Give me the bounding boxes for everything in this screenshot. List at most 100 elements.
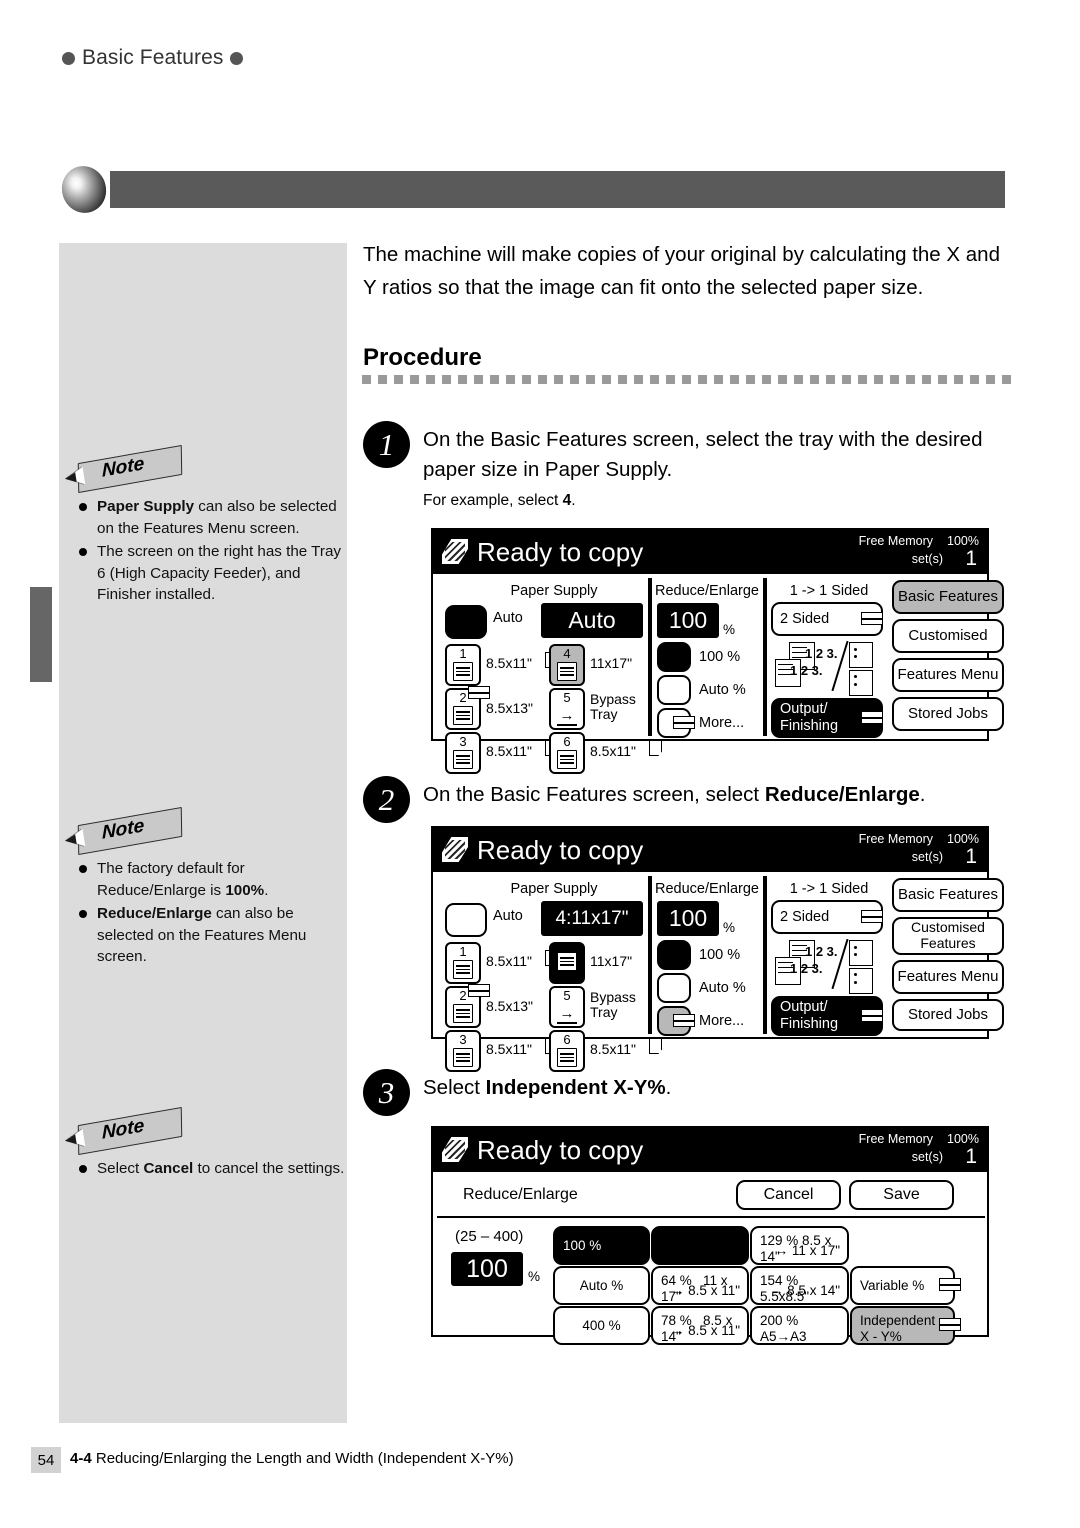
tray-glyph-icon xyxy=(453,960,473,979)
screen1-tray-6[interactable]: 6 xyxy=(549,732,585,774)
screen1-tray-5[interactable]: 5 xyxy=(549,688,585,730)
screen1-tab-basic-features[interactable]: Basic Features xyxy=(892,580,1004,614)
dialog-divider xyxy=(437,1216,985,1218)
screen2-ratio-100-button[interactable] xyxy=(657,940,691,970)
screen2-tab-customised-features[interactable]: Customised Features xyxy=(892,917,1004,955)
tray-number: 5 xyxy=(563,690,571,705)
document-icon xyxy=(442,539,468,564)
screen1-ratio-value: 100 xyxy=(657,603,719,638)
screen3-ratio-100[interactable]: 100 % xyxy=(553,1226,650,1265)
stack-number-bottom: 1 2 3. xyxy=(790,961,823,976)
divider-dot xyxy=(682,375,691,384)
step-2-bold: Reduce/Enlarge xyxy=(764,783,920,806)
note-item-bold: Cancel xyxy=(143,1160,194,1177)
screen2-free-memory-value: 100% xyxy=(947,832,979,846)
screen3-ratio-64[interactable]: 64 % 11 x 17" → 8.5 x 11" xyxy=(651,1266,749,1305)
screen2-tray-6[interactable]: 6 xyxy=(549,1030,585,1072)
footer-section: 4-4 xyxy=(70,1450,92,1467)
screen3-body: Reduce/Enlarge Cancel Save (25 – 400) 10… xyxy=(433,1172,987,1345)
divider-dot xyxy=(906,375,915,384)
screen3-ratio-154[interactable]: 154 % 5.5x8.5" → 8.5 x 14" xyxy=(750,1266,849,1305)
tab-label: Basic Features xyxy=(897,886,999,904)
screen3-ratio-400[interactable]: 400 % xyxy=(553,1306,650,1345)
note-item-suffix: . xyxy=(264,881,269,899)
duplex-marker-icon xyxy=(468,984,490,997)
copier-screen-3[interactable]: Ready to copy Free Memory 100% set(s) 1 … xyxy=(431,1126,989,1345)
screen3-ratio-129[interactable]: 129 % 8.5 x 14" → 11 x 17" xyxy=(750,1226,849,1265)
screen1-ratio-auto-button[interactable] xyxy=(657,675,691,705)
step-1-sub-prefix: For example, select xyxy=(423,492,563,510)
screen2-tray-1[interactable]: 1 xyxy=(445,942,481,984)
footer-page-number: 54 xyxy=(31,1447,61,1473)
running-header-text: Basic Features xyxy=(82,46,224,69)
screen2-status-bar: Ready to copy Free Memory 100% set(s) 1 xyxy=(433,828,987,872)
screen2-ratio-auto-button[interactable] xyxy=(657,973,691,1003)
divider-dot xyxy=(650,375,659,384)
screen1-auto-paper-toggle[interactable] xyxy=(445,605,487,639)
note-badge-2: Note xyxy=(64,806,350,856)
screen3-save-button[interactable]: Save xyxy=(849,1180,954,1210)
ratio-label: Auto % xyxy=(579,1277,624,1293)
duplex-marker-icon xyxy=(673,716,695,729)
screen3-sets-label: set(s) xyxy=(911,1150,943,1164)
screen2-tab-features-menu[interactable]: Features Menu xyxy=(892,960,1004,994)
screen1-tab-features-menu[interactable]: Features Menu xyxy=(892,658,1004,692)
divider-dot xyxy=(618,375,627,384)
screen1-tray-5-size: Bypass Tray xyxy=(590,691,636,723)
screen1-tab-stored-jobs[interactable]: Stored Jobs xyxy=(892,697,1004,731)
screen2-tray-3[interactable]: 3 xyxy=(445,1030,481,1072)
screen3-status-text: Ready to copy xyxy=(477,1135,644,1165)
sheet-icon xyxy=(649,1038,662,1054)
screen2-auto-paper-toggle[interactable] xyxy=(445,903,487,937)
section-title-bar xyxy=(110,171,1005,208)
duplex-marker-icon xyxy=(673,1014,695,1027)
duplex-marker-icon xyxy=(861,711,883,724)
divider-dot xyxy=(410,375,419,384)
screen2-tab-stored-jobs[interactable]: Stored Jobs xyxy=(892,999,1004,1031)
stack-number-top: 1 2 3. xyxy=(805,646,838,661)
screen2-ratio-option-0: 100 % xyxy=(699,947,741,963)
screen3-range-label: (25 – 400) xyxy=(455,1228,524,1245)
copier-screen-1[interactable]: Ready to copy Free Memory 100% set(s) 1 … xyxy=(431,528,1004,774)
screen2-free-memory-label: Free Memory xyxy=(858,832,933,846)
screen1-tray-4-size: 11x17" xyxy=(590,655,633,671)
footer-title: Reducing/Enlarging the Length and Width … xyxy=(95,1450,514,1467)
step-1-sub-bold: 4 xyxy=(562,492,572,510)
screen2-tray-5[interactable]: 5 xyxy=(549,986,585,1028)
screen3-ratio-200[interactable]: 200 % A5→A3 xyxy=(750,1306,849,1345)
note-item: Reduce/Enlarge can also be selected on t… xyxy=(78,903,350,968)
ratio-to: → 8.5 x 11" xyxy=(670,1323,740,1339)
divider-dot xyxy=(874,375,883,384)
note-item-text: The screen on the right has the Tray 6 (… xyxy=(97,543,341,604)
screen2-tab-basic-features[interactable]: Basic Features xyxy=(892,878,1004,912)
footer-text: 4-4 Reducing/Enlarging the Length and Wi… xyxy=(70,1450,514,1467)
screen1-tray-4[interactable]: 4 xyxy=(549,644,585,686)
sphere-ornament-icon xyxy=(55,160,113,219)
divider-dot xyxy=(858,375,867,384)
divider-dot xyxy=(426,375,435,384)
screen1-paper-supply-title: Paper Supply xyxy=(510,583,598,599)
ratio-label: 400 % xyxy=(582,1317,621,1333)
screen1-tray-3[interactable]: 3 xyxy=(445,732,481,774)
copier-screen-2[interactable]: Ready to copy Free Memory 100% set(s) 1 … xyxy=(431,826,1004,1072)
divider-dot xyxy=(826,375,835,384)
tray-glyph-icon xyxy=(453,750,473,769)
screen2-tray-4[interactable]: 4 xyxy=(549,942,585,984)
note-item: Paper Supply can also be selected on the… xyxy=(78,496,350,539)
screen3-cancel-button[interactable]: Cancel xyxy=(736,1180,841,1210)
screen1-free-memory-value: 100% xyxy=(947,534,979,548)
divider-dot xyxy=(442,375,451,384)
screen1-sided-title: 1 -> 1 Sided xyxy=(789,583,869,599)
step-2-text: On the Basic Features screen, select Red… xyxy=(423,780,1021,810)
step-1: 1 On the Basic Features screen, select t… xyxy=(363,421,1021,510)
stack-number-top: 1 2 3. xyxy=(805,944,838,959)
screen3-ratio-blank[interactable] xyxy=(651,1226,749,1265)
screen1-tray-1[interactable]: 1 xyxy=(445,644,481,686)
divider-dot xyxy=(778,375,787,384)
screen1-tray-6-size: 8.5x11" xyxy=(590,743,636,759)
screen1-tab-customised[interactable]: Customised xyxy=(892,619,1004,653)
screen3-ratio-78[interactable]: 78 % 8.5 x 14" → 8.5 x 11" xyxy=(651,1306,749,1345)
screen3-ratio-auto[interactable]: Auto % xyxy=(553,1266,650,1305)
tab-label: Customised Features xyxy=(911,919,985,951)
screen1-ratio-100-button[interactable] xyxy=(657,642,691,672)
